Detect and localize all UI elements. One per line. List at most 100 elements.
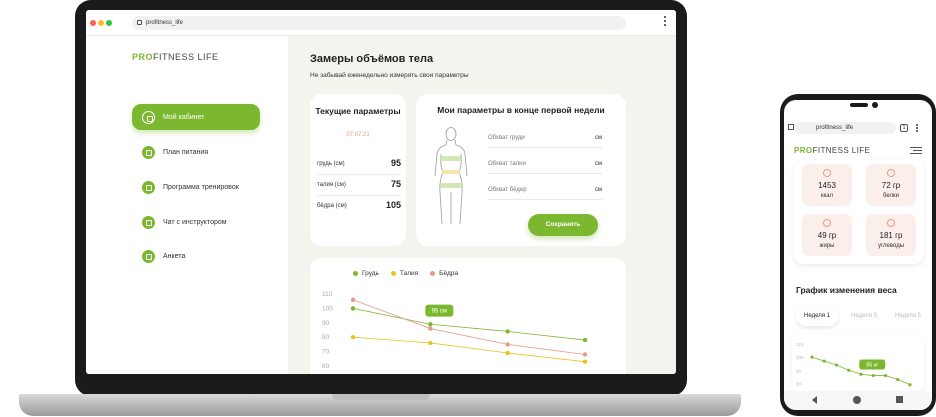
- data-point: [505, 350, 510, 356]
- chart-tooltip-label: 95 см: [432, 309, 447, 315]
- maximize-window-button[interactable]: [106, 20, 112, 26]
- series-line-Талия: [352, 336, 586, 363]
- laptop-notch: [332, 394, 430, 400]
- home-button-icon[interactable]: [853, 396, 861, 404]
- user-icon: [142, 110, 155, 124]
- data-point: [582, 352, 588, 357]
- y-tick-label: 60: [322, 363, 330, 370]
- data-point: [582, 337, 588, 343]
- wheat-icon: [887, 219, 895, 227]
- sidebar-item-chat[interactable]: Чат с инструктором: [132, 209, 260, 235]
- tab-week-3[interactable]: Неделя 3: [844, 306, 884, 326]
- dumbbell-icon: [142, 180, 155, 194]
- param-row-chest: грудь (см) 95: [317, 158, 401, 168]
- sidebar-item-label: Программа тренировок: [163, 183, 239, 191]
- sidebar-item-label: Анкета: [163, 252, 186, 260]
- data-point: [908, 383, 912, 387]
- series-line-Грудь: [352, 308, 586, 341]
- phone-navigation-bar: [784, 391, 932, 410]
- sidebar-item-label: Мой кабинет: [163, 113, 205, 121]
- weight-chart-title: График изменения веса: [796, 285, 897, 295]
- sidebar-item-survey[interactable]: Анкета: [132, 243, 260, 269]
- tab-week-5[interactable]: Неделя 5: [888, 306, 928, 326]
- sidebar-item-label: План питания: [163, 148, 209, 156]
- phone-screen: profitness_life 1 PROFITNESS LIFE 1453 к…: [784, 100, 932, 410]
- recent-apps-icon[interactable]: [896, 396, 903, 403]
- save-button[interactable]: Сохранить: [528, 214, 598, 236]
- phone-address-bar[interactable]: profitness_life: [794, 122, 896, 134]
- phone-logo: PROFITNESS LIFE: [794, 146, 871, 155]
- y-tick-label: 100: [796, 355, 804, 360]
- muscle-icon: [887, 169, 895, 177]
- macro-carbs: 181 гр углеводы: [866, 214, 916, 256]
- document-icon: [142, 249, 155, 263]
- divider: [317, 174, 401, 175]
- sidebar-item-workouts[interactable]: Программа тренировок: [132, 174, 260, 200]
- tabs-icon[interactable]: 1: [900, 124, 908, 132]
- data-point: [505, 342, 510, 347]
- data-point: [896, 377, 900, 382]
- sidebar-item-cabinet[interactable]: Мой кабинет: [132, 104, 260, 130]
- phone-menu-icon[interactable]: [916, 124, 919, 134]
- y-tick-label: 110: [796, 342, 804, 347]
- page-title: Замеры объёмов тела: [310, 53, 434, 65]
- tab-week-1[interactable]: Неделя 1: [796, 306, 838, 326]
- minimize-window-button[interactable]: [98, 20, 104, 26]
- measurements-line-chart: 110 100 90 80 70 60 95 см: [322, 291, 588, 370]
- y-tick-label: 70: [322, 349, 330, 356]
- phone-address-text: profitness_life: [816, 125, 854, 131]
- close-window-button[interactable]: [90, 20, 96, 26]
- y-tick-label: 80: [796, 381, 802, 386]
- y-tick-label: 90: [322, 320, 330, 327]
- browser-menu-icon[interactable]: [664, 16, 667, 30]
- data-point: [428, 322, 433, 327]
- weight-line-chart: 110 100 90 80 85 кг: [796, 342, 912, 387]
- macro-calories: 1453 ккал: [802, 164, 852, 206]
- hamburger-menu-icon[interactable]: [910, 147, 922, 155]
- macro-fat: 49 гр жиры: [802, 214, 852, 256]
- data-point: [428, 340, 433, 346]
- sidebar-item-label: Чат с инструктором: [163, 218, 227, 226]
- chest-input[interactable]: Обхват груди см: [488, 132, 602, 148]
- data-point: [505, 329, 510, 334]
- data-point: [428, 326, 433, 331]
- series-line-Бёдра: [352, 299, 586, 355]
- data-point: [859, 372, 863, 376]
- param-row-waist: талия (см) 75: [317, 179, 401, 189]
- apple-icon: [142, 145, 155, 159]
- data-point: [834, 363, 839, 367]
- current-params-card: Текущие параметры 07.07.21 грудь (см) 95…: [310, 94, 406, 246]
- measurement-date: 07.07.21: [346, 132, 370, 138]
- laptop-screen: profitness_life PROFITNESS LIFE Мой каби…: [86, 10, 676, 374]
- y-tick-label: 100: [322, 305, 333, 312]
- weight-chart-card: 110 100 90 80 85 кг: [792, 334, 924, 392]
- data-point: [350, 297, 356, 302]
- sidebar: PROFITNESS LIFE Мой кабинет План питания…: [86, 36, 288, 374]
- data-point: [883, 373, 888, 378]
- flame-icon: [823, 169, 831, 177]
- data-point: [350, 306, 356, 311]
- data-point: [810, 355, 814, 359]
- back-icon[interactable]: [812, 396, 817, 404]
- drop-icon: [823, 219, 831, 227]
- phone-camera: [872, 102, 878, 108]
- hips-input[interactable]: Обхват бёдер см: [488, 184, 602, 200]
- week-params-card: Мои параметры в конце первой недели Обхв…: [416, 94, 626, 246]
- data-point: [847, 368, 851, 372]
- macro-protein: 72 гр белки: [866, 164, 916, 206]
- sidebar-item-nutrition[interactable]: План питания: [132, 139, 260, 165]
- data-point: [822, 359, 826, 363]
- page-subtitle: Не забывай еженедельно измерять свои пар…: [310, 72, 469, 79]
- address-bar[interactable]: profitness_life: [132, 16, 626, 30]
- logo: PROFITNESS LIFE: [132, 52, 219, 62]
- current-params-heading: Текущие параметры: [315, 106, 401, 116]
- week-tabs: Неделя 1 Неделя 3 Неделя 5: [796, 306, 932, 326]
- waist-input[interactable]: Обхват талии см: [488, 158, 602, 174]
- chat-icon: [142, 215, 155, 229]
- y-tick-label: 90: [796, 368, 802, 373]
- param-row-hips: бёдра (см) 105: [317, 200, 401, 210]
- data-point: [350, 335, 356, 340]
- week-params-heading: Мои параметры в конце первой недели: [437, 105, 605, 115]
- divider: [317, 195, 401, 196]
- address-text: profitness_life: [146, 20, 184, 26]
